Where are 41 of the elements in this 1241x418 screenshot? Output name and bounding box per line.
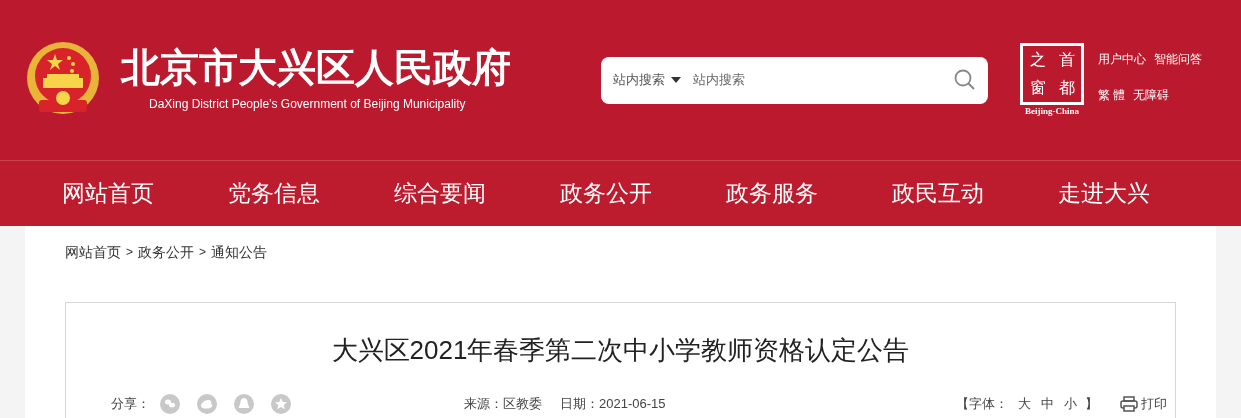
logo-character: 首 xyxy=(1057,49,1076,71)
article-date: 日期：2021-06-15 xyxy=(560,396,666,412)
logo-caption: Beijing-China xyxy=(1025,105,1079,117)
search-scope-dropdown[interactable]: 站内搜索 xyxy=(613,70,681,90)
logo-character: 之 xyxy=(1028,49,1047,71)
site-subtitle: DaXing District People’s Government of Beijing Municipality xyxy=(149,96,467,113)
nav-item[interactable]: 政务服务 xyxy=(689,161,855,226)
font-size-label: 【字体： xyxy=(955,396,1008,412)
breadcrumb-link[interactable]: 网站首页 xyxy=(65,241,121,263)
search-icon[interactable] xyxy=(954,69,976,91)
breadcrumb-link[interactable]: 通知公告 xyxy=(211,241,268,263)
print-link[interactable]: 打印 xyxy=(1119,396,1167,412)
nav-item[interactable]: 网站首页 xyxy=(25,161,191,226)
font-size-link[interactable]: 大 xyxy=(1017,396,1031,412)
header-link[interactable]: 用户中心 xyxy=(1098,50,1146,68)
site-title: 北京市大兴区人民政府 xyxy=(121,45,511,91)
nav-item[interactable]: 政民互动 xyxy=(855,161,1021,226)
logo-character: 都 xyxy=(1057,77,1076,99)
breadcrumb-separator: > xyxy=(126,244,133,261)
nav-item[interactable]: 党务信息 xyxy=(191,161,357,226)
header-link[interactable]: 无障碍 xyxy=(1133,86,1170,104)
printer-icon xyxy=(1119,396,1138,412)
breadcrumb-separator: > xyxy=(199,244,207,261)
nav-item[interactable]: 走进大兴 xyxy=(1021,161,1187,226)
chat-bubbles-icon[interactable] xyxy=(160,394,180,414)
caret-icon xyxy=(671,77,681,83)
share-label: 分享： xyxy=(111,396,150,412)
nav-item[interactable]: 政务公开 xyxy=(523,161,689,226)
search-input[interactable]: 站内搜索 xyxy=(693,70,954,90)
logo-character: 窗 xyxy=(1028,77,1047,99)
breadcrumb-link[interactable]: 政务公开 xyxy=(138,241,194,263)
article-title: 大兴区2021年春季第二次中小学教师资格认定公告 xyxy=(330,334,911,367)
nav-item[interactable]: 综合要闻 xyxy=(357,161,523,226)
capital-window-logo[interactable]: 之 首 窗 都 xyxy=(1020,43,1084,105)
font-size-link[interactable]: 小 xyxy=(1063,396,1077,412)
header-link[interactable]: 繁 體 xyxy=(1098,86,1126,104)
article-source: 来源：区教委 xyxy=(464,396,542,412)
header-link[interactable]: 智能问答 xyxy=(1154,50,1202,68)
search-bar[interactable]: 站内搜索 站内搜索 xyxy=(601,56,988,104)
font-size-bracket: 】 xyxy=(1084,396,1098,412)
font-size-link[interactable]: 中 xyxy=(1040,396,1054,412)
